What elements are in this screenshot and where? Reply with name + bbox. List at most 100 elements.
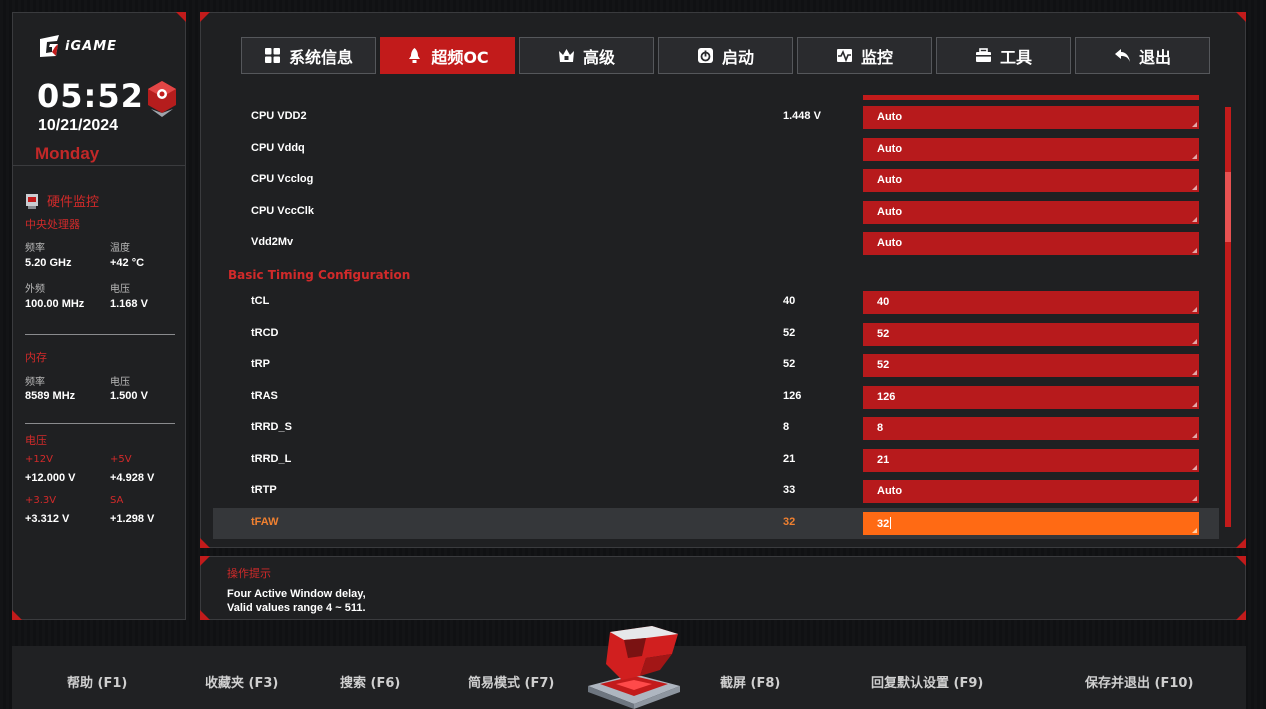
main-panel: 系统信息 超频OC 高级 启动 监控 工具 退出 CPU VDD2 1.448 … <box>200 12 1246 548</box>
tab-system-info[interactable]: 系统信息 <box>241 37 376 74</box>
setting-value-field[interactable]: 52 <box>863 322 1199 346</box>
v33-value: +3.312 V <box>25 513 70 525</box>
screenshot-button[interactable]: 截屏 (F8) <box>720 672 780 691</box>
setting-name: tRTP <box>251 484 277 496</box>
setting-row[interactable]: tRCD 52 52 <box>213 319 1219 350</box>
divider <box>25 423 175 424</box>
tab-overclock[interactable]: 超频OC <box>380 37 515 74</box>
tab-advanced[interactable]: 高级 <box>519 37 654 74</box>
setting-name: tFAW <box>251 516 279 528</box>
setting-value-field[interactable]: 40 <box>863 291 1199 314</box>
setting-current-value: 52 <box>783 358 796 370</box>
panel-corner-accent <box>12 610 22 620</box>
panel-corner-accent <box>200 538 210 548</box>
setting-value-field[interactable]: 21 <box>863 448 1199 472</box>
favorites-button[interactable]: 收藏夹 (F3) <box>205 672 278 691</box>
help-hint-panel: 操作提示 Four Active Window delay, Valid val… <box>200 556 1246 620</box>
scrollbar-thumb[interactable] <box>1225 172 1231 242</box>
memory-freq-value: 8589 MHz <box>25 390 76 402</box>
setting-row[interactable]: tRRD_L 21 21 <box>213 445 1219 476</box>
setting-name: tRP <box>251 358 270 370</box>
setting-row[interactable]: CPU Vddq Auto <box>213 134 1219 165</box>
panel-corner-accent <box>1236 556 1246 566</box>
restore-defaults-button[interactable]: 回复默认设置 (F9) <box>871 672 983 691</box>
help-button[interactable]: 帮助 (F1) <box>67 672 127 691</box>
setting-name: Vdd2Mv <box>251 236 294 248</box>
v5-value: +4.928 V <box>110 472 155 484</box>
tab-label: 工具 <box>999 47 1032 67</box>
scrollbar[interactable] <box>1225 107 1231 527</box>
section-heading: Basic Timing Configuration <box>228 268 411 282</box>
tab-label: 系统信息 <box>288 47 353 67</box>
monitor-robot-icon <box>26 193 38 209</box>
cpu-volt-label: 电压 <box>110 284 130 295</box>
power-icon <box>697 48 713 63</box>
tab-monitor[interactable]: 监控 <box>797 37 932 74</box>
setting-value-field[interactable]: 8 <box>863 417 1199 440</box>
setting-name: tRAS <box>251 389 278 402</box>
clock-date: 10/21/2024 <box>38 117 119 134</box>
tab-label: 超频OC <box>431 47 489 67</box>
clock-weekday: Monday <box>35 144 100 163</box>
cpu-bclk-value: 100.00 MHz <box>25 298 85 310</box>
cpu-volt-value: 1.168 V <box>110 298 148 310</box>
setting-row[interactable]: tRTP 33 Auto <box>213 476 1219 507</box>
text-caret <box>890 517 892 529</box>
back-arrow-icon <box>1114 49 1130 62</box>
panel-corner-accent <box>200 556 210 566</box>
brand-logo: iGAME <box>37 33 117 59</box>
input-text: 32 <box>877 518 890 530</box>
v12-label: +12V <box>25 454 53 465</box>
setting-row[interactable]: Vdd2Mv Auto <box>213 228 1219 259</box>
voltage-section-title: 电压 <box>25 434 47 447</box>
logo-text: iGAME <box>65 38 118 54</box>
sa-label: SA <box>110 495 124 506</box>
v33-label: +3.3V <box>25 495 57 506</box>
setting-value-field[interactable]: Auto <box>863 137 1199 161</box>
divider <box>25 334 175 335</box>
clock-time: 05:52 <box>37 77 144 115</box>
setting-row[interactable]: tRP 52 52 <box>213 350 1219 381</box>
setting-value-field[interactable]: Auto <box>863 169 1199 192</box>
tab-exit[interactable]: 退出 <box>1075 37 1210 74</box>
search-button[interactable]: 搜索 (F6) <box>340 672 400 691</box>
tab-tools[interactable]: 工具 <box>936 37 1071 74</box>
setting-row[interactable]: CPU VccClk Auto <box>213 197 1219 228</box>
toolbox-icon <box>975 48 991 62</box>
panel-corner-accent <box>1236 12 1246 22</box>
tab-label: 高级 <box>582 47 615 67</box>
setting-row[interactable]: tRRD_S 8 8 <box>213 413 1219 444</box>
setting-row-selected[interactable]: tFAW 32 32 <box>213 508 1219 539</box>
setting-value-field[interactable]: 52 <box>863 354 1199 377</box>
v12-value: +12.000 V <box>25 472 76 484</box>
easy-mode-button[interactable]: 简易模式 (F7) <box>468 672 554 691</box>
setting-row[interactable]: tRAS 126 126 <box>213 382 1219 413</box>
setting-name: tRCD <box>251 326 279 339</box>
setting-value-input-active[interactable]: 32 <box>863 512 1199 535</box>
panel-corner-accent <box>200 610 210 620</box>
setting-name: tRRD_S <box>251 421 292 433</box>
setting-name: CPU VccClk <box>251 204 314 217</box>
igame-emblem-icon <box>588 626 680 709</box>
cpu-bclk-label: 外频 <box>25 284 45 295</box>
setting-current-value: 52 <box>783 326 796 339</box>
divider <box>13 165 185 166</box>
memory-section-title: 内存 <box>25 351 47 364</box>
tab-boot[interactable]: 启动 <box>658 37 793 74</box>
setting-value-field[interactable]: 126 <box>863 385 1199 409</box>
panel-corner-accent <box>1236 610 1246 620</box>
panel-corner-accent <box>176 12 186 22</box>
save-exit-button[interactable]: 保存并退出 (F10) <box>1085 672 1193 691</box>
setting-row[interactable]: tCL 40 40 <box>213 287 1219 318</box>
settings-list: CPU VDD2 1.448 V Auto CPU Vddq Auto CPU … <box>213 95 1219 540</box>
setting-value-field[interactable]: Auto <box>863 200 1199 224</box>
panel-corner-accent <box>200 12 210 22</box>
setting-row[interactable]: CPU Vcclog Auto <box>213 165 1219 196</box>
setting-value-field[interactable]: Auto <box>863 106 1199 129</box>
setting-value-field[interactable]: Auto <box>863 232 1199 255</box>
setting-value-field[interactable]: Auto <box>863 480 1199 503</box>
setting-current-value: 126 <box>783 389 802 402</box>
setting-current-value: 8 <box>783 421 790 433</box>
cpu-temp-value: +42 °C <box>110 257 145 269</box>
setting-row[interactable]: CPU VDD2 1.448 V Auto <box>213 102 1219 133</box>
